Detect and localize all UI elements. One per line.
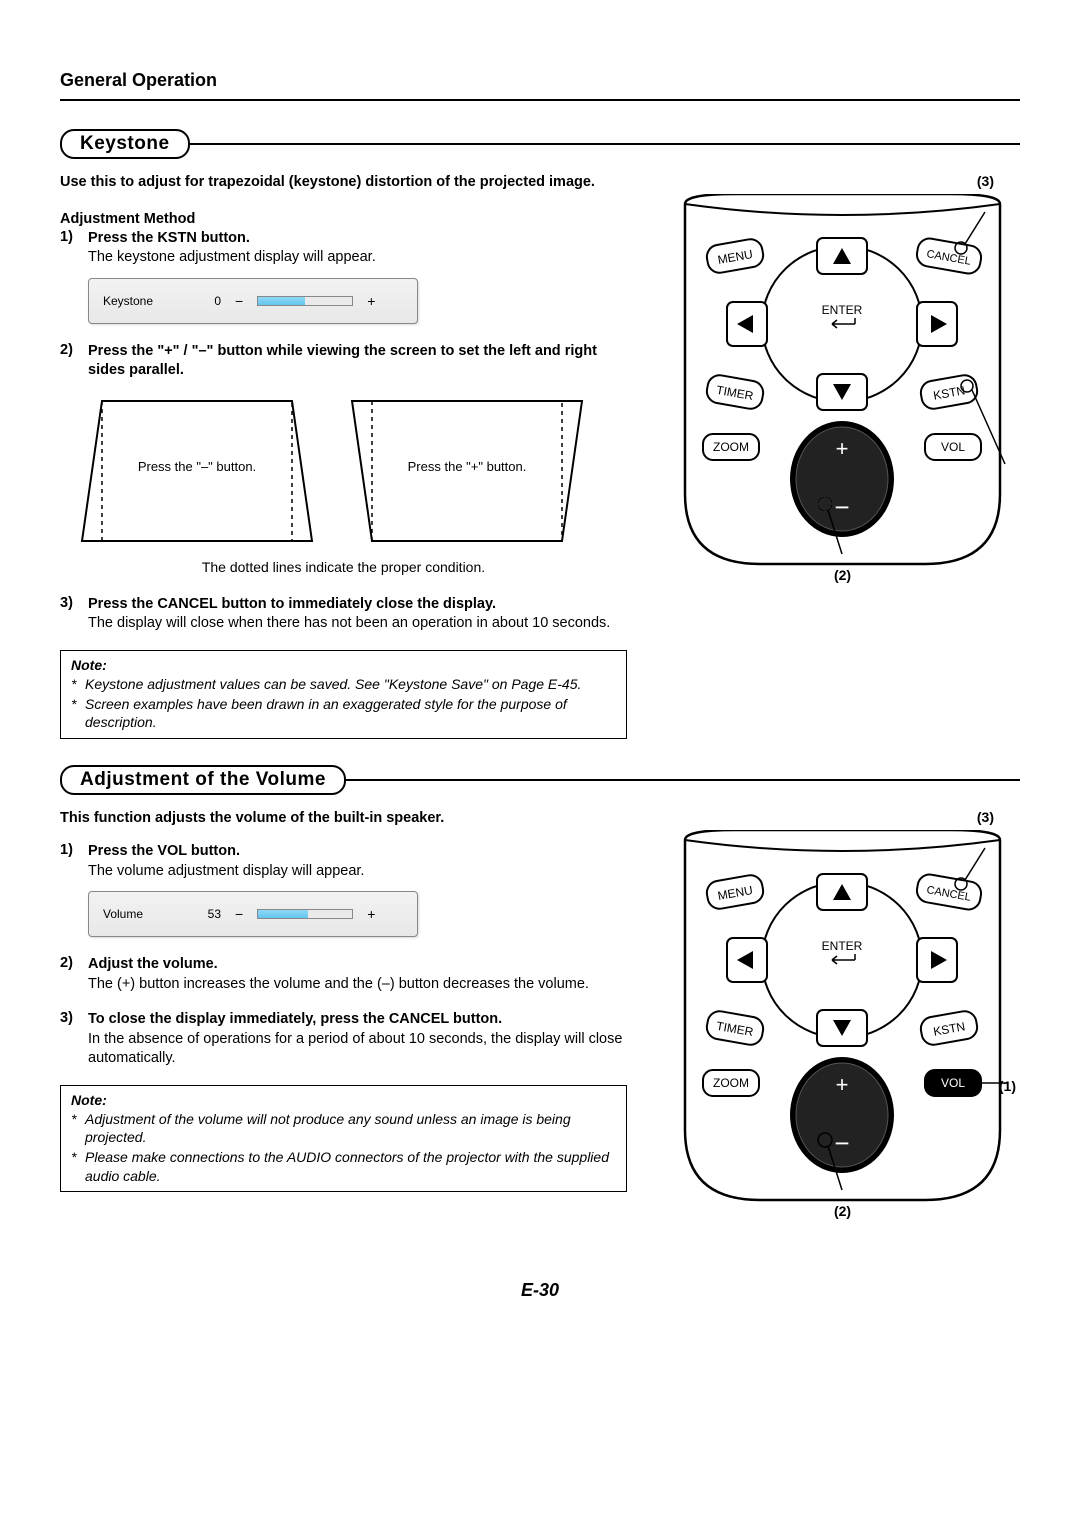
enter-label: ENTER bbox=[822, 303, 863, 317]
keystone-intro: Use this to adjust for trapezoidal (keys… bbox=[60, 173, 627, 193]
step-title: Press the KSTN button. bbox=[88, 230, 250, 246]
trap-caption-minus: Press the "–" button. bbox=[72, 459, 322, 474]
svg-text:+: + bbox=[836, 436, 849, 461]
volume-heading-row: Adjustment of the Volume bbox=[60, 765, 1020, 795]
step-desc: The keystone adjustment display will app… bbox=[88, 249, 376, 265]
trap-caption-plus: Press the "+" button. bbox=[342, 459, 592, 474]
page-number: E-30 bbox=[60, 1280, 1020, 1301]
svg-text:ENTER: ENTER bbox=[822, 939, 863, 953]
keystone-heading-row: Keystone bbox=[60, 129, 1020, 159]
osd-plus: + bbox=[367, 293, 375, 309]
step-title: Press the VOL button. bbox=[88, 843, 240, 859]
step-number: 2) bbox=[60, 955, 88, 994]
step-title: To close the display immediately, press … bbox=[88, 1011, 502, 1027]
heading-rule bbox=[190, 143, 1020, 145]
osd-minus: − bbox=[235, 293, 243, 309]
remote-diagram-1: ENTER MENU CANCEL TIMER bbox=[665, 194, 1020, 574]
step-number: 3) bbox=[60, 595, 88, 634]
step-number: 3) bbox=[60, 1010, 88, 1069]
svg-text:−: − bbox=[834, 492, 849, 522]
svg-text:−: − bbox=[834, 1128, 849, 1158]
keystone-osd: Keystone 0 − + bbox=[88, 278, 418, 324]
trapezoid-minus: Press the "–" button. bbox=[72, 391, 322, 551]
step-number: 1) bbox=[60, 229, 88, 268]
step-desc: In the absence of operations for a perio… bbox=[88, 1031, 622, 1067]
step-number: 2) bbox=[60, 342, 88, 381]
step-title: Press the CANCEL button to immediately c… bbox=[88, 596, 496, 612]
osd-bar bbox=[257, 296, 353, 306]
svg-text:ZOOM: ZOOM bbox=[713, 1076, 749, 1090]
trapezoid-plus: Press the "+" button. bbox=[342, 391, 592, 551]
callout-3: (3) bbox=[977, 809, 994, 825]
osd-value: 0 bbox=[199, 294, 221, 308]
svg-text:ZOOM: ZOOM bbox=[713, 440, 749, 454]
step-number: 1) bbox=[60, 842, 88, 881]
adjustment-method-label: Adjustment Method bbox=[60, 211, 627, 227]
svg-text:VOL: VOL bbox=[941, 1076, 965, 1090]
volume-heading: Adjustment of the Volume bbox=[60, 765, 346, 795]
keystone-note-box: Note: *Keystone adjustment values can be… bbox=[60, 650, 627, 739]
osd-label: Keystone bbox=[103, 294, 185, 308]
step-desc: The (+) button increases the volume and … bbox=[88, 976, 589, 992]
note-item: Adjustment of the volume will not produc… bbox=[85, 1110, 616, 1146]
remote-diagram-2: ENTER MENU CANCEL TIMER KS bbox=[665, 830, 1020, 1210]
callout-3: (3) bbox=[977, 173, 994, 189]
svg-text:VOL: VOL bbox=[941, 440, 965, 454]
heading-rule bbox=[346, 779, 1020, 781]
note-title: Note: bbox=[71, 1092, 616, 1108]
volume-intro: This function adjusts the volume of the … bbox=[60, 809, 627, 829]
note-item: Keystone adjustment values can be saved.… bbox=[85, 675, 581, 693]
osd-bar bbox=[257, 909, 353, 919]
volume-note-box: Note: *Adjustment of the volume will not… bbox=[60, 1085, 627, 1192]
step-desc: The volume adjustment display will appea… bbox=[88, 863, 364, 879]
osd-bar-fill bbox=[258, 297, 305, 305]
osd-bar-fill bbox=[258, 910, 308, 918]
step-title: Adjust the volume. bbox=[88, 956, 218, 972]
note-item: Screen examples have been drawn in an ex… bbox=[85, 695, 616, 731]
trapezoid-diagrams: Press the "–" button. Press the "+" butt… bbox=[72, 391, 627, 551]
osd-plus: + bbox=[367, 906, 375, 922]
step-title: Press the "+" / "–" button while viewing… bbox=[88, 343, 597, 379]
step-desc: The display will close when there has no… bbox=[88, 615, 610, 631]
osd-value: 53 bbox=[199, 907, 221, 921]
osd-minus: − bbox=[235, 906, 243, 922]
volume-osd: Volume 53 − + bbox=[88, 891, 418, 937]
svg-text:+: + bbox=[836, 1072, 849, 1097]
note-title: Note: bbox=[71, 657, 616, 673]
note-item: Please make connections to the AUDIO con… bbox=[85, 1148, 616, 1184]
osd-label: Volume bbox=[103, 907, 185, 921]
dotted-lines-note: The dotted lines indicate the proper con… bbox=[60, 559, 627, 575]
section-header: General Operation bbox=[60, 70, 1020, 101]
keystone-heading: Keystone bbox=[60, 129, 190, 159]
